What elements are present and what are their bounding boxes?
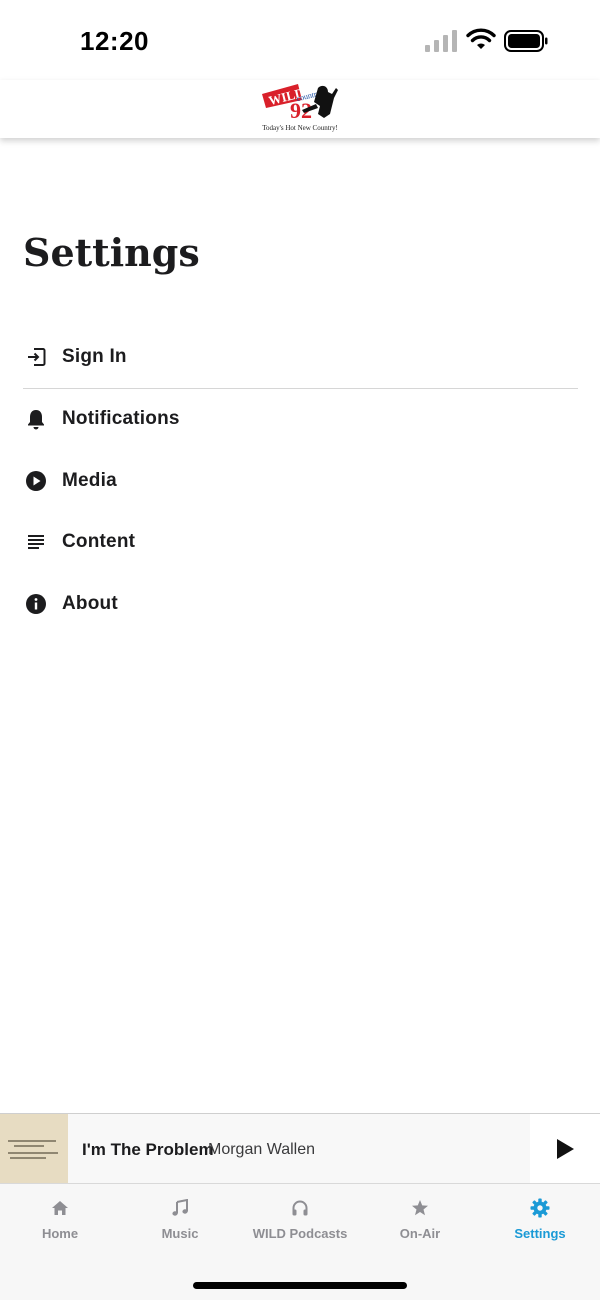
home-indicator[interactable] — [193, 1282, 407, 1289]
star-icon — [410, 1198, 430, 1218]
settings-item-label: Notifications — [62, 408, 180, 430]
page-title: Settings — [23, 230, 200, 275]
battery-icon — [504, 30, 548, 52]
status-time: 12:20 — [80, 26, 149, 56]
cellular-signal-icon — [425, 30, 457, 52]
info-icon — [23, 591, 49, 617]
settings-item-label: About — [62, 592, 118, 614]
settings-item-label: Content — [62, 531, 136, 553]
tab-settings[interactable]: Settings — [480, 1184, 600, 1254]
music-note-icon — [170, 1198, 190, 1218]
tab-home[interactable]: Home — [0, 1184, 120, 1254]
now-playing-title: I'm The Problem — [82, 1140, 214, 1159]
wifi-icon — [466, 28, 496, 49]
sign-in-icon — [23, 344, 49, 370]
settings-item-media[interactable]: Media — [23, 450, 578, 512]
logo-graphic: WILD country 92 — [262, 84, 338, 123]
play-circle-icon — [23, 468, 49, 494]
settings-item-about[interactable]: About — [23, 573, 578, 635]
album-art — [0, 1114, 68, 1183]
play-button[interactable] — [530, 1114, 600, 1183]
now-playing-artist: Morgan Wallen — [208, 1141, 316, 1158]
now-playing-bar[interactable]: I'm The Problem Morgan Wallen — [0, 1113, 600, 1183]
app-header: WILD country 92 Today's Hot New Country! — [0, 80, 600, 138]
tab-label: Settings — [514, 1226, 566, 1241]
settings-item-sign-in[interactable]: Sign In — [23, 327, 578, 389]
settings-item-notifications[interactable]: Notifications — [23, 389, 578, 451]
tab-wild-podcasts[interactable]: WILD Podcasts — [240, 1184, 360, 1254]
settings-item-label: Sign In — [62, 346, 127, 368]
tab-label: Music — [161, 1226, 199, 1241]
lines-icon — [23, 529, 49, 555]
tab-bar: Home Music WILD Podcasts On-Air Settings — [0, 1183, 600, 1300]
settings-list: Sign In Notifications Media Content Abou… — [23, 327, 578, 635]
home-icon — [50, 1198, 70, 1218]
station-logo[interactable]: WILD country 92 Today's Hot New Country! — [258, 80, 342, 136]
settings-item-label: Media — [62, 469, 117, 491]
tab-label: On-Air — [399, 1226, 441, 1241]
play-icon — [557, 1138, 574, 1159]
gear-icon — [530, 1198, 550, 1218]
tab-label: Home — [41, 1226, 79, 1241]
tab-label: WILD Podcasts — [252, 1226, 348, 1241]
status-bar: 12:20 — [0, 0, 600, 80]
logo-tagline: Today's Hot New Country! — [262, 124, 338, 132]
headphones-icon — [290, 1198, 310, 1218]
tab-on-air[interactable]: On-Air — [360, 1184, 480, 1254]
tab-music[interactable]: Music — [120, 1184, 240, 1254]
settings-item-content[interactable]: Content — [23, 512, 578, 574]
bell-icon — [23, 406, 49, 432]
